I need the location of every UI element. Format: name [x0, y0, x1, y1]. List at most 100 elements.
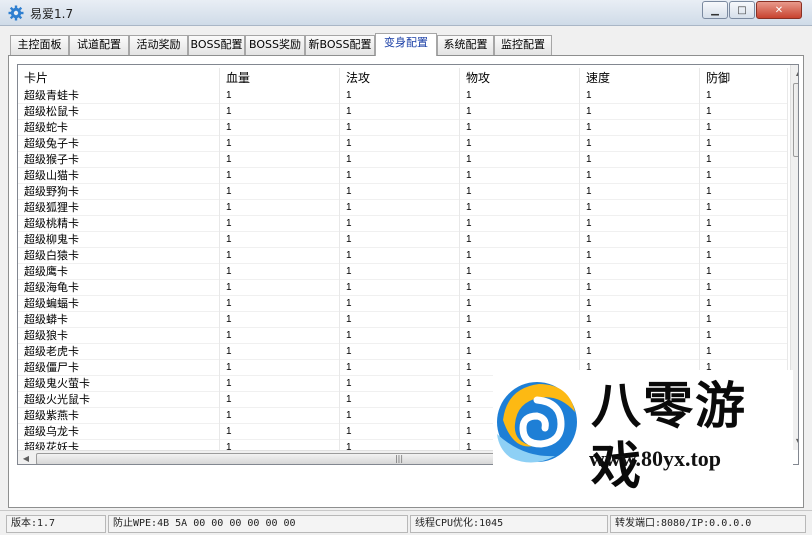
tab-boss-rewards[interactable]: BOSS奖励: [245, 35, 305, 55]
cell-card-name[interactable]: 超级青蛙卡: [18, 88, 220, 104]
cell-card-name[interactable]: 超级狼卡: [18, 328, 220, 344]
cell-card-name[interactable]: 超级蝙蝠卡: [18, 296, 220, 312]
tab-trial-config[interactable]: 试道配置: [69, 35, 129, 55]
cell-speed[interactable]: 1: [580, 232, 700, 248]
cell-magic-attack[interactable]: 1: [340, 392, 460, 408]
cell-magic-attack[interactable]: 1: [340, 104, 460, 120]
cell-card-name[interactable]: 超级桃精卡: [18, 216, 220, 232]
cell-speed[interactable]: 1: [580, 88, 700, 104]
cell-card-name[interactable]: 超级松鼠卡: [18, 104, 220, 120]
cell-defense[interactable]: 1: [700, 328, 788, 344]
cell-magic-attack[interactable]: 1: [340, 136, 460, 152]
tab-system-config[interactable]: 系统配置: [437, 35, 494, 55]
cell-hp[interactable]: 1: [220, 168, 340, 184]
cell-magic-attack[interactable]: 1: [340, 408, 460, 424]
cell-card-name[interactable]: 超级野狗卡: [18, 184, 220, 200]
cell-magic-attack[interactable]: 1: [340, 248, 460, 264]
cell-speed[interactable]: 1: [580, 264, 700, 280]
cell-physical-attack[interactable]: 1: [460, 232, 580, 248]
cell-speed[interactable]: 1: [580, 344, 700, 360]
cell-physical-attack[interactable]: 1: [460, 296, 580, 312]
cell-defense[interactable]: 1: [700, 152, 788, 168]
cell-hp[interactable]: 1: [220, 376, 340, 392]
cell-magic-attack[interactable]: 1: [340, 344, 460, 360]
table-row[interactable]: 超级兔子卡 1 1 1 1 1: [18, 136, 788, 152]
tab-main-panel[interactable]: 主控面板: [10, 35, 69, 55]
cell-magic-attack[interactable]: 1: [340, 184, 460, 200]
cell-hp[interactable]: 1: [220, 216, 340, 232]
cell-magic-attack[interactable]: 1: [340, 312, 460, 328]
table-row[interactable]: 超级山猫卡 1 1 1 1 1: [18, 168, 788, 184]
cell-physical-attack[interactable]: 1: [460, 168, 580, 184]
table-row[interactable]: 超级猴子卡 1 1 1 1 1: [18, 152, 788, 168]
tab-new-boss-config[interactable]: 新BOSS配置: [305, 35, 375, 55]
cell-speed[interactable]: 1: [580, 136, 700, 152]
cell-hp[interactable]: 1: [220, 152, 340, 168]
cell-speed[interactable]: 1: [580, 120, 700, 136]
cell-defense[interactable]: 1: [700, 232, 788, 248]
cell-speed[interactable]: 1: [580, 216, 700, 232]
cell-speed[interactable]: 1: [580, 312, 700, 328]
cell-speed[interactable]: 1: [580, 200, 700, 216]
cell-magic-attack[interactable]: 1: [340, 264, 460, 280]
cell-defense[interactable]: 1: [700, 88, 788, 104]
cell-speed[interactable]: 1: [580, 168, 700, 184]
cell-defense[interactable]: 1: [700, 216, 788, 232]
cell-physical-attack[interactable]: 1: [460, 216, 580, 232]
cell-hp[interactable]: 1: [220, 392, 340, 408]
cell-hp[interactable]: 1: [220, 264, 340, 280]
cell-card-name[interactable]: 超级兔子卡: [18, 136, 220, 152]
cell-hp[interactable]: 1: [220, 88, 340, 104]
cell-magic-attack[interactable]: 1: [340, 296, 460, 312]
cell-hp[interactable]: 1: [220, 280, 340, 296]
cell-defense[interactable]: 1: [700, 248, 788, 264]
cell-card-name[interactable]: 超级山猫卡: [18, 168, 220, 184]
cell-defense[interactable]: 1: [700, 200, 788, 216]
cell-card-name[interactable]: 超级鹰卡: [18, 264, 220, 280]
cell-speed[interactable]: 1: [580, 280, 700, 296]
cell-physical-attack[interactable]: 1: [460, 344, 580, 360]
table-row[interactable]: 超级狐狸卡 1 1 1 1 1: [18, 200, 788, 216]
cell-physical-attack[interactable]: 1: [460, 152, 580, 168]
cell-magic-attack[interactable]: 1: [340, 232, 460, 248]
tab-transform-config[interactable]: 变身配置: [375, 33, 437, 56]
minimize-button[interactable]: ▁: [702, 1, 728, 19]
cell-card-name[interactable]: 超级狐狸卡: [18, 200, 220, 216]
column-header-physical-attack[interactable]: 物攻: [460, 68, 580, 88]
cell-card-name[interactable]: 超级猴子卡: [18, 152, 220, 168]
cell-hp[interactable]: 1: [220, 184, 340, 200]
cell-speed[interactable]: 1: [580, 184, 700, 200]
cell-hp[interactable]: 1: [220, 360, 340, 376]
table-row[interactable]: 超级蝙蝠卡 1 1 1 1 1: [18, 296, 788, 312]
cell-card-name[interactable]: 超级火光鼠卡: [18, 392, 220, 408]
cell-speed[interactable]: 1: [580, 328, 700, 344]
cell-physical-attack[interactable]: 1: [460, 104, 580, 120]
cell-defense[interactable]: 1: [700, 168, 788, 184]
cell-card-name[interactable]: 超级乌龙卡: [18, 424, 220, 440]
scroll-up-icon[interactable]: ▲: [791, 65, 798, 81]
table-row[interactable]: 超级鹰卡 1 1 1 1 1: [18, 264, 788, 280]
cell-magic-attack[interactable]: 1: [340, 328, 460, 344]
cell-defense[interactable]: 1: [700, 184, 788, 200]
table-row[interactable]: 超级海龟卡 1 1 1 1 1: [18, 280, 788, 296]
cell-speed[interactable]: 1: [580, 104, 700, 120]
cell-card-name[interactable]: 超级老虎卡: [18, 344, 220, 360]
scroll-left-icon[interactable]: ◀: [18, 451, 34, 464]
cell-hp[interactable]: 1: [220, 312, 340, 328]
table-row[interactable]: 超级桃精卡 1 1 1 1 1: [18, 216, 788, 232]
cell-magic-attack[interactable]: 1: [340, 168, 460, 184]
cell-hp[interactable]: 1: [220, 200, 340, 216]
cell-defense[interactable]: 1: [700, 280, 788, 296]
cell-magic-attack[interactable]: 1: [340, 424, 460, 440]
cell-magic-attack[interactable]: 1: [340, 280, 460, 296]
cell-hp[interactable]: 1: [220, 408, 340, 424]
table-row[interactable]: 超级蟒卡 1 1 1 1 1: [18, 312, 788, 328]
cell-magic-attack[interactable]: 1: [340, 152, 460, 168]
cell-hp[interactable]: 1: [220, 248, 340, 264]
cell-hp[interactable]: 1: [220, 136, 340, 152]
cell-hp[interactable]: 1: [220, 424, 340, 440]
cell-magic-attack[interactable]: 1: [340, 200, 460, 216]
cell-physical-attack[interactable]: 1: [460, 136, 580, 152]
cell-hp[interactable]: 1: [220, 232, 340, 248]
cell-hp[interactable]: 1: [220, 296, 340, 312]
